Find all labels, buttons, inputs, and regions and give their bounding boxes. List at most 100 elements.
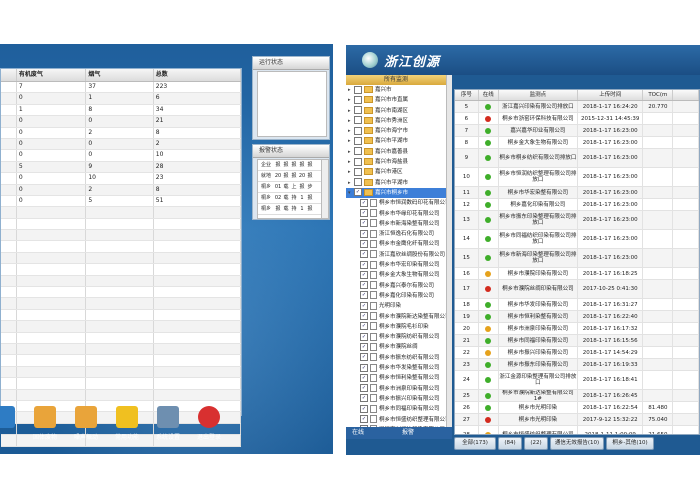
filter-tab[interactable]: (22) [524,437,548,450]
table-row[interactable]: 21 桐乡市同福印染有限公司 2018-1-17 16:15:56 [455,335,699,347]
tree-item[interactable]: ▾ ✓ 嘉兴市桐乡市 [346,187,446,199]
tree-item[interactable]: ✓ 桐乡市恒盛纺织整理有限公司 [346,415,446,425]
filter-tab[interactable]: 通信无效报告(10) [550,437,604,450]
tree-checkbox[interactable]: ✓ [360,404,368,413]
tree-item[interactable]: ✓ 桐乡嘉兴泰尔有限公司 [346,281,446,291]
table-row[interactable]: 27 桐乡市光明印染 2017-9-12 15:32:22 75.040 [455,414,699,426]
tree-checkbox[interactable]: ✓ [360,198,368,207]
tree-item[interactable]: ✓ 桐乡市恒润数码印花有限公司 [346,198,446,208]
table-row[interactable]: 14 桐乡市同福纺织印染有限公司排放口 2018-1-17 16:23:00 [455,230,699,249]
tree-scrollbar[interactable] [446,75,452,435]
table-row[interactable] [1,230,242,242]
tree-checkbox[interactable]: ✓ [354,188,362,197]
table-row[interactable]: 20 桐乡市洲泉印染有限公司 2018-1-17 16:17:32 [455,323,699,335]
table-row[interactable]: 25 桐乡市濮院新达染整有限公司1# 2018-1-17 16:26:45 [455,390,699,402]
table-row[interactable] [1,298,242,310]
tree-item[interactable]: ▸ 嘉兴市秀洲区 [346,116,446,126]
tree-item[interactable]: ✓ 桐乡市金鹰化纤有限公司 [346,239,446,249]
tree-item[interactable]: ✓ 桐乡市新海染整有限公司 [346,219,446,229]
table-row[interactable]: 15 桐乡市新海印染整理有限公司排放口 2018-1-17 16:23:00 [455,249,699,268]
tree-item[interactable]: ▸ 嘉兴市嘉善县 [346,147,446,157]
table-row[interactable]: 0 0 21 [1,116,242,128]
table-row[interactable]: 002 [1,138,242,151]
alarm-scrollbar[interactable] [321,159,329,219]
table-row[interactable]: 028 [1,184,242,196]
tree-item[interactable]: ✓ 桐乡市振东纺织有限公司 [346,353,446,363]
noise-vibration-button[interactable]: 噪声振动 [64,406,108,441]
table-row[interactable]: 13 桐乡市振东印染整理有限公司排放口 2018-1-17 16:23:00 [455,211,699,230]
table-row[interactable]: 0 10 23 [1,173,242,185]
table-row[interactable] [1,366,242,379]
tree-checkbox[interactable]: ✓ [360,301,368,310]
table-row[interactable]: 028 [1,127,242,139]
tree-checkbox[interactable]: ✓ [360,209,368,218]
tree-item[interactable]: ✓ 桐乡市濮院丝绸 [346,342,446,352]
tree-checkbox[interactable]: ✓ [360,394,368,403]
table-row[interactable]: 5 9 28 [1,161,242,174]
table-row[interactable]: 5 浙江嘉兴印染有限公司排放口 2018-1-17 16:24:20 20.770 [455,101,699,113]
tree-checkbox[interactable]: ✓ [360,332,368,341]
tree-item[interactable]: ✓ 桐乡市振兴印染有限公司 [346,394,446,404]
tree-item[interactable]: ▸ 嘉兴市港区 [346,167,446,177]
table-row[interactable] [1,218,242,231]
alarm-row[interactable]: 桐乡 01 载上报步 [258,182,322,193]
alarm-row[interactable]: 就地 20 报报 20 报 [258,171,322,182]
table-row[interactable] [1,264,242,276]
tab-alarm[interactable]: 报警 [402,428,414,438]
tree-item[interactable]: ✓ 桐乡市濮院毛衫印染 [346,322,446,332]
table-row[interactable]: 9 桐乡市桐乡纺织有限公司排放口 2018-1-17 16:23:00 [455,149,699,168]
tree-checkbox[interactable]: ✓ [360,312,368,321]
table-row[interactable]: 11 桐乡市华宏染整有限公司 2018-1-17 16:23:00 [455,187,699,199]
tree-checkbox[interactable]: ✓ [360,260,368,269]
tree-item[interactable]: ▸ 嘉兴市海宁市 [346,126,446,136]
tree-checkbox[interactable]: ✓ [360,415,368,423]
table-row[interactable] [1,287,242,299]
filter-tab[interactable]: 全部(173) [454,437,496,450]
tree-checkbox[interactable]: ✓ [360,239,368,248]
tree-item[interactable]: ✓ 桐乡市恒利染整有限公司 [346,373,446,383]
tree-item[interactable]: ▸ 嘉兴市 [346,85,446,95]
table-row[interactable]: 16 桐乡市濮院印染有限公司 2018-1-17 16:18:25 [455,268,699,280]
tree-checkbox[interactable]: ✓ [360,384,368,393]
tree-item[interactable]: ✓ 桐乡市同福印染有限公司 [346,404,446,414]
tree-item[interactable]: ▸ 嘉兴市南湖区 [346,106,446,116]
table-row[interactable]: 1 8 34 [1,104,242,117]
tree-checkbox[interactable]: ✓ [360,291,368,300]
tree-checkbox[interactable]: ✓ [360,342,368,351]
table-row[interactable]: 24 浙江金源印染整理有限公司排放口 2018-1-17 16:18:41 [455,371,699,390]
tree-checkbox[interactable] [354,85,362,94]
tree-item[interactable]: ▸ 嘉兴市平湖市 [346,136,446,146]
tree-checkbox[interactable] [354,147,362,156]
tree-item[interactable]: ✓ 浙江嘉欣丝绸股份有限公司 [346,250,446,260]
table-row[interactable]: 26 桐乡市光明印染 2018-1-17 16:22:54 81.480 [455,402,699,414]
tree-item[interactable]: ✓ 桐乡市华缘印花有限公司 [346,209,446,219]
tree-item[interactable]: ▸ 嘉兴市市直属 [346,95,446,105]
table-row[interactable]: 12 桐乡嘉化印染有限公司 2018-1-17 16:23:00 [455,199,699,211]
table-row[interactable]: 7 嘉兴嘉华印业有限公司 2018-1-17 16:23:00 [455,125,699,137]
table-row[interactable]: 18 桐乡市华发印染有限公司 2018-1-17 16:31:27 [455,299,699,311]
table-row[interactable] [1,275,242,288]
table-row[interactable] [1,343,242,356]
tree-checkbox[interactable] [354,106,362,115]
table-row[interactable]: 23 桐乡市振东印染有限公司 2018-1-17 16:19:33 [455,359,699,371]
table-row[interactable] [1,332,242,344]
tree-item[interactable]: ✓ 浙江恒逸石化有限公司 [346,229,446,239]
table-row[interactable]: 8 桐乡金大象生物有限公司 2018-1-17 16:23:00 [455,137,699,149]
tree-checkbox[interactable]: ✓ [360,229,368,238]
table-row[interactable]: 0 0 10 [1,150,242,162]
tree-checkbox[interactable]: ✓ [360,281,368,290]
alarm-row[interactable]: 桐乡 02 载持 1 报 [258,193,322,204]
table-row[interactable]: 6 桐乡市浙窑环保科技有限公司 2015-12-31 14:45:39 [455,113,699,125]
tree-item[interactable]: ✓ 桐乡市华发染整有限公司 [346,363,446,373]
table-row[interactable]: 28 桐乡市恒盛纺织整理有限公司 2018-1-11 1:00:09 21.650 [455,426,699,434]
alarm-row[interactable]: 企业报报报报报 [258,160,322,171]
tree-item[interactable]: ▸ 嘉兴市海盐县 [346,157,446,167]
table-row[interactable] [1,309,242,322]
tree-checkbox[interactable]: ✓ [360,373,368,382]
tree-item[interactable]: ✓ 桐乡金大象生物有限公司 [346,270,446,280]
logout-button[interactable]: 退出登录 [187,406,231,441]
tree-checkbox[interactable] [354,157,362,166]
table-row[interactable]: 7 37 223 [1,82,242,94]
table-row[interactable]: 0 5 51 [1,195,242,208]
tree-checkbox[interactable] [354,167,362,176]
